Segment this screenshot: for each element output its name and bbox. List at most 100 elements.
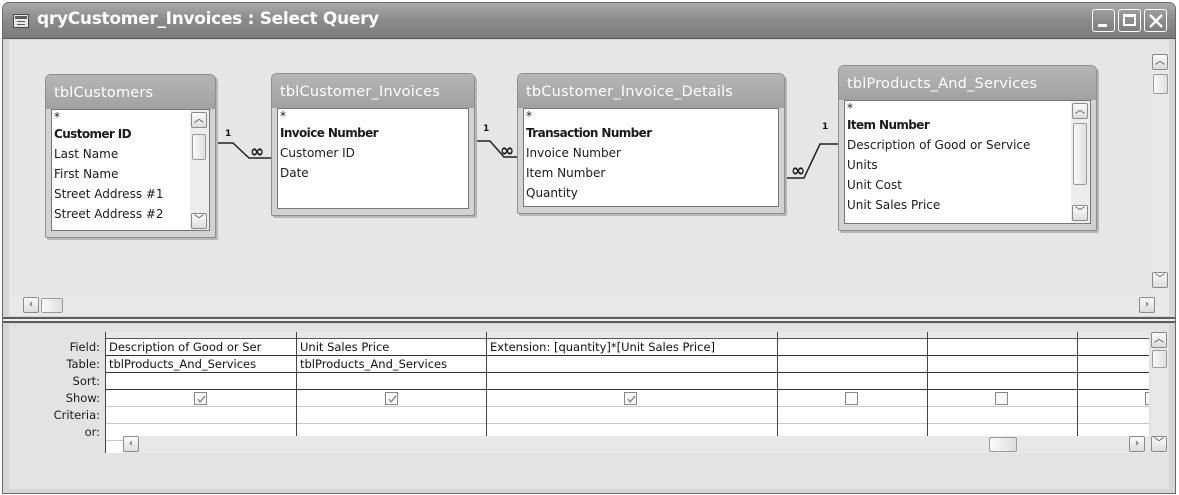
show-cell[interactable] <box>1078 390 1149 407</box>
show-checkbox[interactable] <box>845 392 858 405</box>
table-title[interactable]: tblProducts_And_Services <box>839 66 1096 100</box>
field-list-tblcustomers[interactable]: tblCustomers * Customer ID Last Name Fir… <box>45 74 216 238</box>
query-window-icon[interactable] <box>13 14 29 28</box>
field-item[interactable]: Unit Sales Price <box>845 195 1090 215</box>
grid-column[interactable]: Unit Sales Price tblProducts_And_Service… <box>296 332 487 453</box>
field-item[interactable]: Date <box>278 163 468 183</box>
field-item[interactable]: Street Address #2 <box>52 204 209 224</box>
scroll-up-icon[interactable]: ︿ <box>1151 332 1167 348</box>
table-title[interactable]: tblCustomer_Invoices <box>272 74 474 108</box>
field-item[interactable]: Customer ID <box>278 143 468 163</box>
field-item[interactable]: Item Number <box>524 163 778 183</box>
table-title[interactable]: tbCustomer_Invoice_Details <box>518 74 784 108</box>
field-item[interactable]: Invoice Number <box>278 123 468 143</box>
show-checkbox[interactable] <box>1145 392 1149 405</box>
field-item[interactable]: Invoice Number <box>524 143 778 163</box>
show-cell[interactable] <box>106 390 297 407</box>
show-checkbox[interactable] <box>194 392 207 405</box>
sort-cell[interactable] <box>487 373 777 390</box>
field-item[interactable]: Customer ID <box>52 124 209 144</box>
field-item[interactable]: Quantity <box>524 183 778 203</box>
field-list-tbcustomer-invoice-details[interactable]: tbCustomer_Invoice_Details * Transaction… <box>517 73 785 214</box>
criteria-cell[interactable] <box>487 407 777 424</box>
field-item[interactable]: Units <box>845 155 1090 175</box>
scroll-down-icon[interactable]: ﹀ <box>191 213 207 229</box>
column-selector[interactable] <box>928 332 1077 339</box>
field-cell[interactable]: Unit Sales Price <box>297 339 487 356</box>
criteria-cell[interactable] <box>928 407 1077 424</box>
field-list-box[interactable]: * Invoice Number Customer ID Date <box>277 108 469 209</box>
diagram-vertical-scrollbar[interactable]: ︿ ﹀ <box>1152 54 1169 300</box>
field-list-scrollbar[interactable]: ︿ ﹀ <box>1071 101 1090 223</box>
title-bar[interactable]: qryCustomer_Invoices : Select Query <box>3 3 1175 39</box>
column-selector[interactable] <box>778 332 927 339</box>
scroll-thumb[interactable] <box>989 437 1017 452</box>
table-cell[interactable] <box>928 356 1077 373</box>
table-cell[interactable] <box>487 356 777 373</box>
scroll-up-icon[interactable]: ︿ <box>1152 54 1168 70</box>
field-list-box[interactable]: * Customer ID Last Name First Name Stree… <box>51 109 210 231</box>
field-item[interactable]: Description of Good or Service <box>845 135 1090 155</box>
grid-vertical-scrollbar[interactable]: ︿ ﹀ <box>1151 332 1168 453</box>
table-diagram-pane[interactable]: 1 ∞ 1 ∞ 1 ∞ tblCustomers * Customer ID L… <box>9 40 1169 316</box>
maximize-button[interactable] <box>1118 9 1141 32</box>
scroll-down-icon[interactable]: ﹀ <box>1072 205 1088 221</box>
scroll-right-icon[interactable]: › <box>1139 297 1155 313</box>
field-item[interactable]: Street Address #1 <box>52 184 209 204</box>
show-cell[interactable] <box>487 390 777 407</box>
sort-cell[interactable] <box>928 373 1077 390</box>
criteria-cell[interactable] <box>297 407 487 424</box>
show-checkbox[interactable] <box>385 392 398 405</box>
field-item[interactable]: Item Number <box>845 115 1090 135</box>
close-button[interactable] <box>1144 9 1167 32</box>
scroll-thumb[interactable] <box>41 298 63 313</box>
field-cell[interactable] <box>1078 339 1149 356</box>
field-item[interactable]: * <box>845 101 1090 115</box>
field-cell[interactable]: Extension: [quantity]*[Unit Sales Price] <box>487 339 777 356</box>
grid-column[interactable]: Description of Good or Ser tblProducts_A… <box>105 332 297 453</box>
column-selector[interactable] <box>297 332 487 339</box>
show-cell[interactable] <box>928 390 1077 407</box>
scroll-down-icon[interactable]: ﹀ <box>1152 272 1168 288</box>
field-item[interactable]: Transaction Number <box>524 123 778 143</box>
scroll-up-icon[interactable]: ︿ <box>1072 103 1088 119</box>
table-cell[interactable]: tblProducts_And_Services <box>297 356 487 373</box>
sort-cell[interactable] <box>106 373 297 390</box>
sort-cell[interactable] <box>1078 373 1149 390</box>
scroll-left-icon[interactable]: ‹ <box>123 436 139 452</box>
scroll-up-icon[interactable]: ︿ <box>191 112 207 128</box>
sort-cell[interactable] <box>778 373 927 390</box>
table-cell[interactable]: tblProducts_And_Services <box>106 356 297 373</box>
diagram-horizontal-scrollbar[interactable]: ‹ › <box>23 297 1155 314</box>
field-list-tblproducts-and-services[interactable]: tblProducts_And_Services * Item Number D… <box>838 65 1097 231</box>
scroll-thumb[interactable] <box>192 134 206 160</box>
column-selector[interactable] <box>487 332 777 339</box>
table-cell[interactable] <box>778 356 927 373</box>
scroll-thumb[interactable] <box>1073 123 1087 185</box>
scroll-right-icon[interactable]: › <box>1129 436 1145 452</box>
field-item[interactable]: * <box>524 109 778 123</box>
sort-cell[interactable] <box>297 373 487 390</box>
grid-horizontal-scrollbar[interactable]: ‹ › <box>123 436 1149 453</box>
show-cell[interactable] <box>778 390 927 407</box>
field-list-box[interactable]: * Transaction Number Invoice Number Item… <box>523 108 779 207</box>
field-cell[interactable] <box>928 339 1077 356</box>
criteria-cell[interactable] <box>106 407 297 424</box>
scroll-thumb[interactable] <box>1152 350 1167 368</box>
show-checkbox[interactable] <box>995 392 1008 405</box>
grid-column[interactable] <box>777 332 927 453</box>
grid-column[interactable] <box>1077 332 1149 453</box>
scroll-thumb[interactable] <box>1153 74 1168 94</box>
field-list-box[interactable]: * Item Number Description of Good or Ser… <box>844 100 1091 224</box>
field-item[interactable]: * <box>278 109 468 123</box>
criteria-cell[interactable] <box>778 407 927 424</box>
field-item[interactable]: Last Name <box>52 144 209 164</box>
column-selector[interactable] <box>1078 332 1149 339</box>
query-design-grid[interactable]: Description of Good or Ser tblProducts_A… <box>105 332 1149 453</box>
grid-column[interactable]: Extension: [quantity]*[Unit Sales Price] <box>486 332 777 453</box>
minimize-button[interactable] <box>1092 9 1115 32</box>
grid-column[interactable] <box>927 332 1077 453</box>
pane-splitter[interactable] <box>3 317 1175 323</box>
field-item[interactable]: First Name <box>52 164 209 184</box>
criteria-cell[interactable] <box>1078 407 1149 424</box>
